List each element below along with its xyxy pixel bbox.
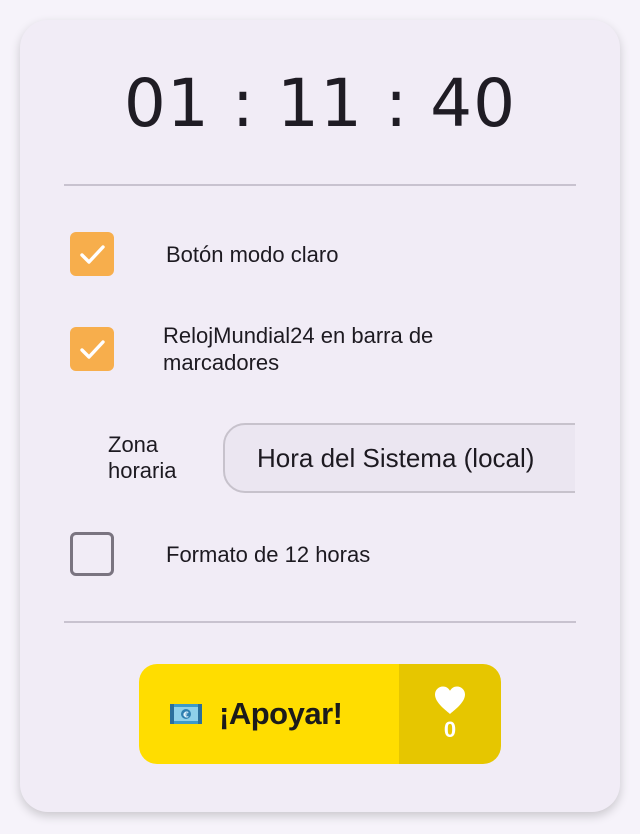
like-count: 0: [443, 717, 457, 742]
checkmark-icon: [80, 340, 105, 359]
settings-panel: 01 : 11 : 40 Botón modo claro RelojMundi…: [20, 20, 620, 812]
option-bookmarks-bar[interactable]: RelojMundial24 en barra de marcadores: [70, 322, 473, 376]
twelve-hour-label: Formato de 12 horas: [166, 541, 371, 567]
timezone-label: Zona horaria: [108, 432, 177, 483]
light-mode-label: Botón modo claro: [166, 241, 339, 267]
option-light-mode[interactable]: Botón modo claro: [70, 232, 338, 276]
support-likes[interactable]: 0: [399, 664, 501, 764]
twelve-hour-checkbox[interactable]: [70, 532, 114, 576]
divider-bottom: [64, 621, 576, 623]
svg-text:€: €: [182, 711, 189, 720]
timezone-select[interactable]: Hora del Sistema (local): [223, 423, 575, 493]
bookmarks-bar-label: RelojMundial24 en barra de marcadores: [163, 323, 434, 375]
bookmarks-bar-checkbox[interactable]: [70, 327, 114, 371]
light-mode-checkbox[interactable]: [70, 232, 114, 276]
checkmark-icon: [80, 245, 105, 264]
option-twelve-hour[interactable]: Formato de 12 horas: [70, 532, 370, 576]
support-label: ¡Apoyar!: [219, 696, 343, 731]
heart-icon: [435, 686, 465, 714]
money-icon: €: [170, 704, 202, 724]
divider-top: [64, 184, 576, 186]
timezone-select-clip: Hora del Sistema (local): [223, 420, 575, 500]
clock-display: 01 : 11 : 40: [123, 65, 517, 142]
support-main[interactable]: € ¡Apoyar!: [139, 664, 399, 764]
support-button[interactable]: € ¡Apoyar! 0: [139, 664, 501, 764]
